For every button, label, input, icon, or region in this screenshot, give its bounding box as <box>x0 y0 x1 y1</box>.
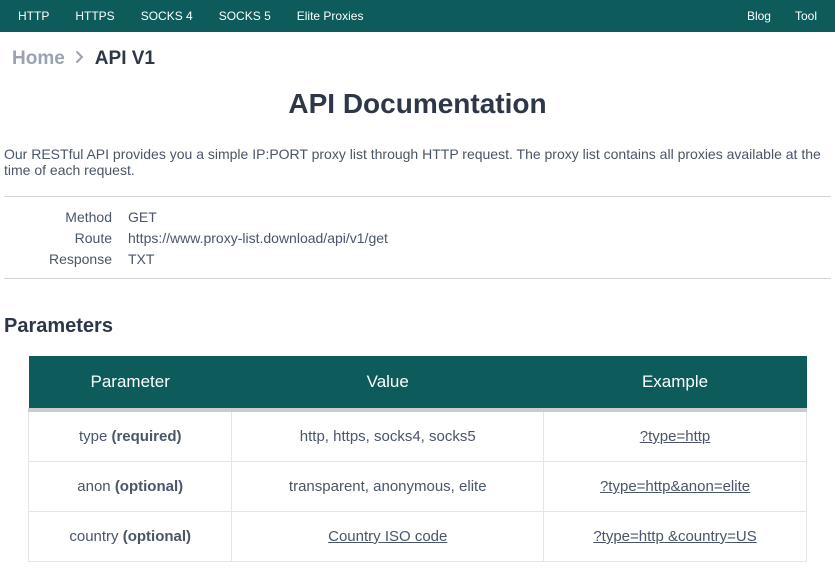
example-link[interactable]: ?type=http &country=US <box>593 528 756 545</box>
param-name: country <box>69 528 118 545</box>
country-iso-link[interactable]: Country ISO code <box>328 528 447 545</box>
col-value: Value <box>232 356 544 410</box>
info-label: Route <box>4 228 128 249</box>
info-value: TXT <box>128 249 154 270</box>
parameters-table: Parameter Value Example type (required) … <box>28 356 807 562</box>
param-value-cell: Country ISO code <box>232 512 544 562</box>
info-row-method: Method GET <box>4 207 831 228</box>
divider <box>4 196 831 197</box>
parameters-heading: Parameters <box>4 315 831 338</box>
nav-left: HTTP HTTPS SOCKS 4 SOCKS 5 Elite Proxies <box>18 9 363 23</box>
nav-link-http[interactable]: HTTP <box>18 9 49 23</box>
param-suffix: (required) <box>111 428 181 445</box>
param-example-cell: ?type=http&anon=elite <box>544 462 807 512</box>
col-parameter: Parameter <box>29 356 232 410</box>
info-label: Response <box>4 249 128 270</box>
param-name: anon <box>77 478 110 495</box>
nav-link-socks5[interactable]: SOCKS 5 <box>219 9 271 23</box>
param-name-cell: type (required) <box>29 410 232 462</box>
example-link[interactable]: ?type=http <box>640 428 710 445</box>
example-link[interactable]: ?type=http&anon=elite <box>600 478 750 495</box>
nav-link-socks4[interactable]: SOCKS 4 <box>141 9 193 23</box>
info-value: GET <box>128 207 157 228</box>
info-row-response: Response TXT <box>4 249 831 270</box>
col-example: Example <box>544 356 807 410</box>
param-value-cell: transparent, anonymous, elite <box>232 462 544 512</box>
param-name-cell: anon (optional) <box>29 462 232 512</box>
page-title: API Documentation <box>0 88 835 120</box>
param-name-cell: country (optional) <box>29 512 232 562</box>
param-name: type <box>79 428 107 445</box>
param-suffix: (optional) <box>123 528 191 545</box>
breadcrumb-current: API V1 <box>95 48 155 70</box>
param-example-cell: ?type=http <box>544 410 807 462</box>
info-row-route: Route https://www.proxy-list.download/ap… <box>4 228 831 249</box>
info-value: https://www.proxy-list.download/api/v1/g… <box>128 228 388 249</box>
top-nav: HTTP HTTPS SOCKS 4 SOCKS 5 Elite Proxies… <box>0 0 835 32</box>
param-value-cell: http, https, socks4, socks5 <box>232 410 544 462</box>
param-suffix: (optional) <box>115 478 183 495</box>
breadcrumb: Home API V1 <box>0 32 835 78</box>
info-table: Method GET Route https://www.proxy-list.… <box>4 207 831 270</box>
table-row: anon (optional) transparent, anonymous, … <box>29 462 807 512</box>
nav-right: Blog Tool <box>747 9 817 23</box>
chevron-right-icon <box>75 50 85 69</box>
breadcrumb-home[interactable]: Home <box>12 48 65 70</box>
nav-link-elite[interactable]: Elite Proxies <box>297 9 364 23</box>
info-label: Method <box>4 207 128 228</box>
table-row: country (optional) Country ISO code ?typ… <box>29 512 807 562</box>
nav-link-https[interactable]: HTTPS <box>75 9 114 23</box>
table-row: type (required) http, https, socks4, soc… <box>29 410 807 462</box>
divider <box>4 278 831 279</box>
parameters-table-wrap: Parameter Value Example type (required) … <box>0 356 835 572</box>
intro-text: Our RESTful API provides you a simple IP… <box>0 146 835 196</box>
nav-link-tool[interactable]: Tool <box>795 9 817 23</box>
param-example-cell: ?type=http &country=US <box>544 512 807 562</box>
nav-link-blog[interactable]: Blog <box>747 9 771 23</box>
